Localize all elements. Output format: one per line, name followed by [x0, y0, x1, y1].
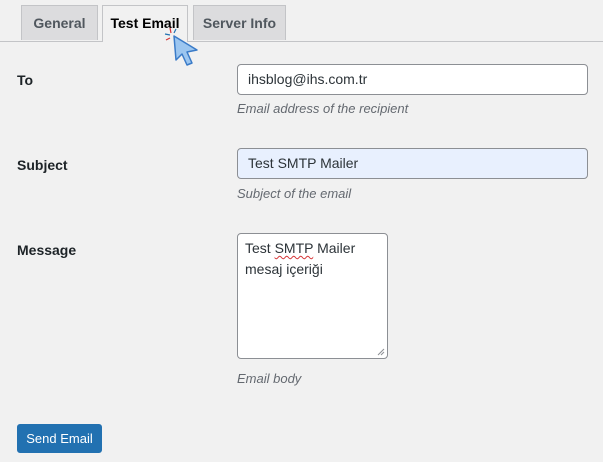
to-label: To — [17, 72, 34, 88]
mouse-cursor-icon — [164, 27, 198, 66]
to-input[interactable]: ihsblog@ihs.com.tr — [237, 64, 588, 95]
subject-input[interactable]: Test SMTP Mailer — [237, 148, 588, 179]
spellcheck-word: SMTP — [274, 240, 314, 256]
resize-handle-icon[interactable] — [377, 348, 385, 356]
message-textarea[interactable]: Test SMTP Mailer mesaj içeriği — [237, 233, 388, 359]
message-text-line2: mesaj içeriği — [245, 261, 323, 277]
message-label: Message — [17, 242, 77, 258]
subject-label: Subject — [17, 157, 68, 173]
tab-bar: General Test Email Server Info — [0, 0, 603, 42]
send-email-button[interactable]: Send Email — [17, 424, 102, 453]
message-text-start: Test — [245, 240, 275, 256]
message-description: Email body — [237, 371, 302, 386]
to-description: Email address of the recipient — [237, 101, 409, 116]
tab-server-info[interactable]: Server Info — [193, 5, 286, 40]
tab-general[interactable]: General — [21, 5, 98, 40]
message-text-end: Mailer — [313, 240, 356, 256]
subject-description: Subject of the email — [237, 186, 352, 201]
